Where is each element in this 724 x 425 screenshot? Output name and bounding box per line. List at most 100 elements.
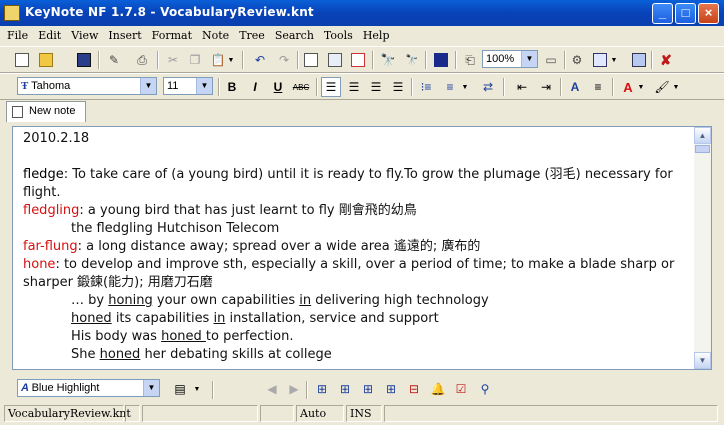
copy-icon[interactable]: ❐ <box>185 50 205 70</box>
chevron-down-icon[interactable]: ▼ <box>521 51 537 67</box>
chevron-down-icon[interactable]: ▼ <box>196 78 212 94</box>
font-combo[interactable]: Ŧ Tahoma ▼ <box>17 77 157 95</box>
properties-icon[interactable]: ✎ <box>104 50 124 70</box>
align-left-icon[interactable]: ☰ <box>321 77 341 97</box>
status-file: VocabularyReview.knt <box>4 405 131 422</box>
status-ins: INS <box>346 405 382 422</box>
scroll-up-icon[interactable]: ▲ <box>694 127 711 144</box>
alarm-bell-icon[interactable]: 🔔 <box>428 379 448 399</box>
font-size-combo[interactable]: 11 ▼ <box>163 77 213 95</box>
tab-new-note[interactable]: New note <box>6 101 86 122</box>
status-bar: VocabularyReview.knt Auto INS <box>0 403 724 425</box>
find-icon[interactable]: 🔭 <box>378 50 398 70</box>
format-toolbar: Ŧ Tahoma ▼ 11 ▼ B I U ABC ☰ ☰ ☰ ☰ ⁝≡ ≡ ▼ ⇄… <box>0 73 724 100</box>
templates-icon[interactable] <box>590 50 610 70</box>
align-center-icon[interactable]: ☰ <box>344 77 364 97</box>
font-color-icon[interactable]: A <box>618 77 638 97</box>
term: fledge <box>23 167 64 182</box>
undo-icon[interactable]: ↶ <box>250 50 270 70</box>
highlight-icon[interactable]: 🖌 <box>652 77 672 97</box>
history-forward-icon[interactable]: ▶ <box>284 379 304 399</box>
word-wrap-icon[interactable]: ⎗ <box>460 50 480 70</box>
editor-content[interactable]: 2010.2.18 fledge: To take care of (a you… <box>23 130 691 364</box>
chevron-down-icon[interactable]: ▼ <box>140 78 156 94</box>
highlight-dropdown-icon[interactable]: ▼ <box>671 77 681 97</box>
scroll-thumb[interactable] <box>695 145 710 153</box>
clipboard-capture-icon[interactable]: ▭ <box>541 50 561 70</box>
menu-file[interactable]: File <box>0 26 33 42</box>
menu-edit[interactable]: Edit <box>33 26 66 42</box>
numbering-dropdown-icon[interactable]: ▼ <box>460 77 470 97</box>
bullets-icon[interactable]: ⁝≡ <box>416 77 436 97</box>
checkbox-icon[interactable]: ☑ <box>451 379 471 399</box>
scroll-down-icon[interactable]: ▼ <box>694 352 711 369</box>
templates-dropdown-icon[interactable]: ▼ <box>609 50 619 70</box>
strikethrough-button[interactable]: ABC <box>291 77 311 97</box>
font-color-dropdown-icon[interactable]: ▼ <box>636 77 646 97</box>
term: far-flung <box>23 239 78 254</box>
window-title: KeyNote NF 1.7.8 - VocabularyReview.knt <box>25 5 314 19</box>
status-panel-empty <box>384 405 718 422</box>
tree-add-icon[interactable]: ⊞ <box>312 379 332 399</box>
example-line: … by honing your own capabilities in del… <box>71 293 489 308</box>
style-dropdown-icon[interactable]: ▼ <box>192 379 202 399</box>
history-back-icon[interactable]: ◀ <box>262 379 282 399</box>
menu-search[interactable]: Search <box>270 26 319 42</box>
minimize-button[interactable]: _ <box>652 3 673 24</box>
find-next-icon[interactable]: 🔭 <box>402 50 422 70</box>
redo-icon[interactable]: ↷ <box>274 50 294 70</box>
resource-panel-icon[interactable] <box>629 50 649 70</box>
menu-insert[interactable]: Insert <box>103 26 146 42</box>
note-icon <box>12 106 23 118</box>
tree-insert-icon[interactable]: ⊞ <box>335 379 355 399</box>
options-icon[interactable]: ⚙ <box>567 50 587 70</box>
insert-picture-icon[interactable] <box>325 50 345 70</box>
close-button[interactable]: × <box>698 3 719 24</box>
entry-hone: hone: to develop and improve sth, especi… <box>23 257 675 290</box>
paragraph-icon[interactable]: ≡ <box>588 77 608 97</box>
new-file-icon[interactable] <box>12 50 32 70</box>
filter-icon[interactable]: ⚲ <box>475 379 495 399</box>
menu-help[interactable]: Help <box>358 26 395 42</box>
underline-button[interactable]: U <box>268 77 288 97</box>
menu-format[interactable]: Format <box>147 26 197 42</box>
save-icon[interactable] <box>74 50 94 70</box>
font-style-icon[interactable]: A <box>565 77 585 97</box>
paste-icon[interactable]: 📋 <box>208 50 228 70</box>
bold-button[interactable]: B <box>222 77 242 97</box>
vertical-scrollbar[interactable]: ▲ ▼ <box>694 127 711 369</box>
insert-text-icon[interactable] <box>301 50 321 70</box>
indent-icon[interactable]: ⇥ <box>536 77 556 97</box>
print-icon[interactable]: ⎙ <box>132 50 152 70</box>
zoom-combo[interactable]: 100% ▼ <box>482 50 538 68</box>
menu-view[interactable]: View <box>66 26 103 42</box>
menu-tools[interactable]: Tools <box>319 26 358 42</box>
style-combo[interactable]: A Blue Highlight ▼ <box>17 379 160 397</box>
chevron-down-icon[interactable]: ▼ <box>143 380 159 396</box>
maximize-button[interactable]: □ <box>675 3 696 24</box>
menu-note[interactable]: Note <box>197 26 234 42</box>
entry-far-flung: far-flung: a long distance away; spread … <box>23 239 481 254</box>
tree-sibling-icon[interactable]: ⊞ <box>381 379 401 399</box>
style-toolbar: A Blue Highlight ▼ ▤ ▼ ◀ ▶ ⊞ ⊞ ⊞ ⊞ ⊟ 🔔 ☑ … <box>0 374 724 402</box>
paste-dropdown-icon[interactable]: ▼ <box>226 50 236 70</box>
note-editor[interactable]: 2010.2.18 fledge: To take care of (a you… <box>12 126 712 370</box>
background-color-icon[interactable] <box>431 50 451 70</box>
menu-tree[interactable]: Tree <box>234 26 270 42</box>
outdent-icon[interactable]: ⇤ <box>512 77 532 97</box>
app-icon[interactable] <box>4 5 20 21</box>
italic-button[interactable]: I <box>245 77 265 97</box>
style-apply-icon[interactable]: ▤ <box>170 379 190 399</box>
cut-icon[interactable]: ✂ <box>163 50 183 70</box>
font-size-value: 11 <box>167 80 179 92</box>
align-right-icon[interactable]: ☰ <box>366 77 386 97</box>
wrap-icon[interactable]: ⇄ <box>478 77 498 97</box>
tree-delete-icon[interactable]: ⊟ <box>404 379 424 399</box>
justify-icon[interactable]: ☰ <box>388 77 408 97</box>
tree-child-icon[interactable]: ⊞ <box>358 379 378 399</box>
modified-icon <box>125 405 140 422</box>
delete-note-icon[interactable] <box>348 50 368 70</box>
open-folder-icon[interactable] <box>36 50 56 70</box>
exit-icon[interactable]: ✘ <box>656 50 676 70</box>
numbering-icon[interactable]: ≡ <box>440 77 460 97</box>
